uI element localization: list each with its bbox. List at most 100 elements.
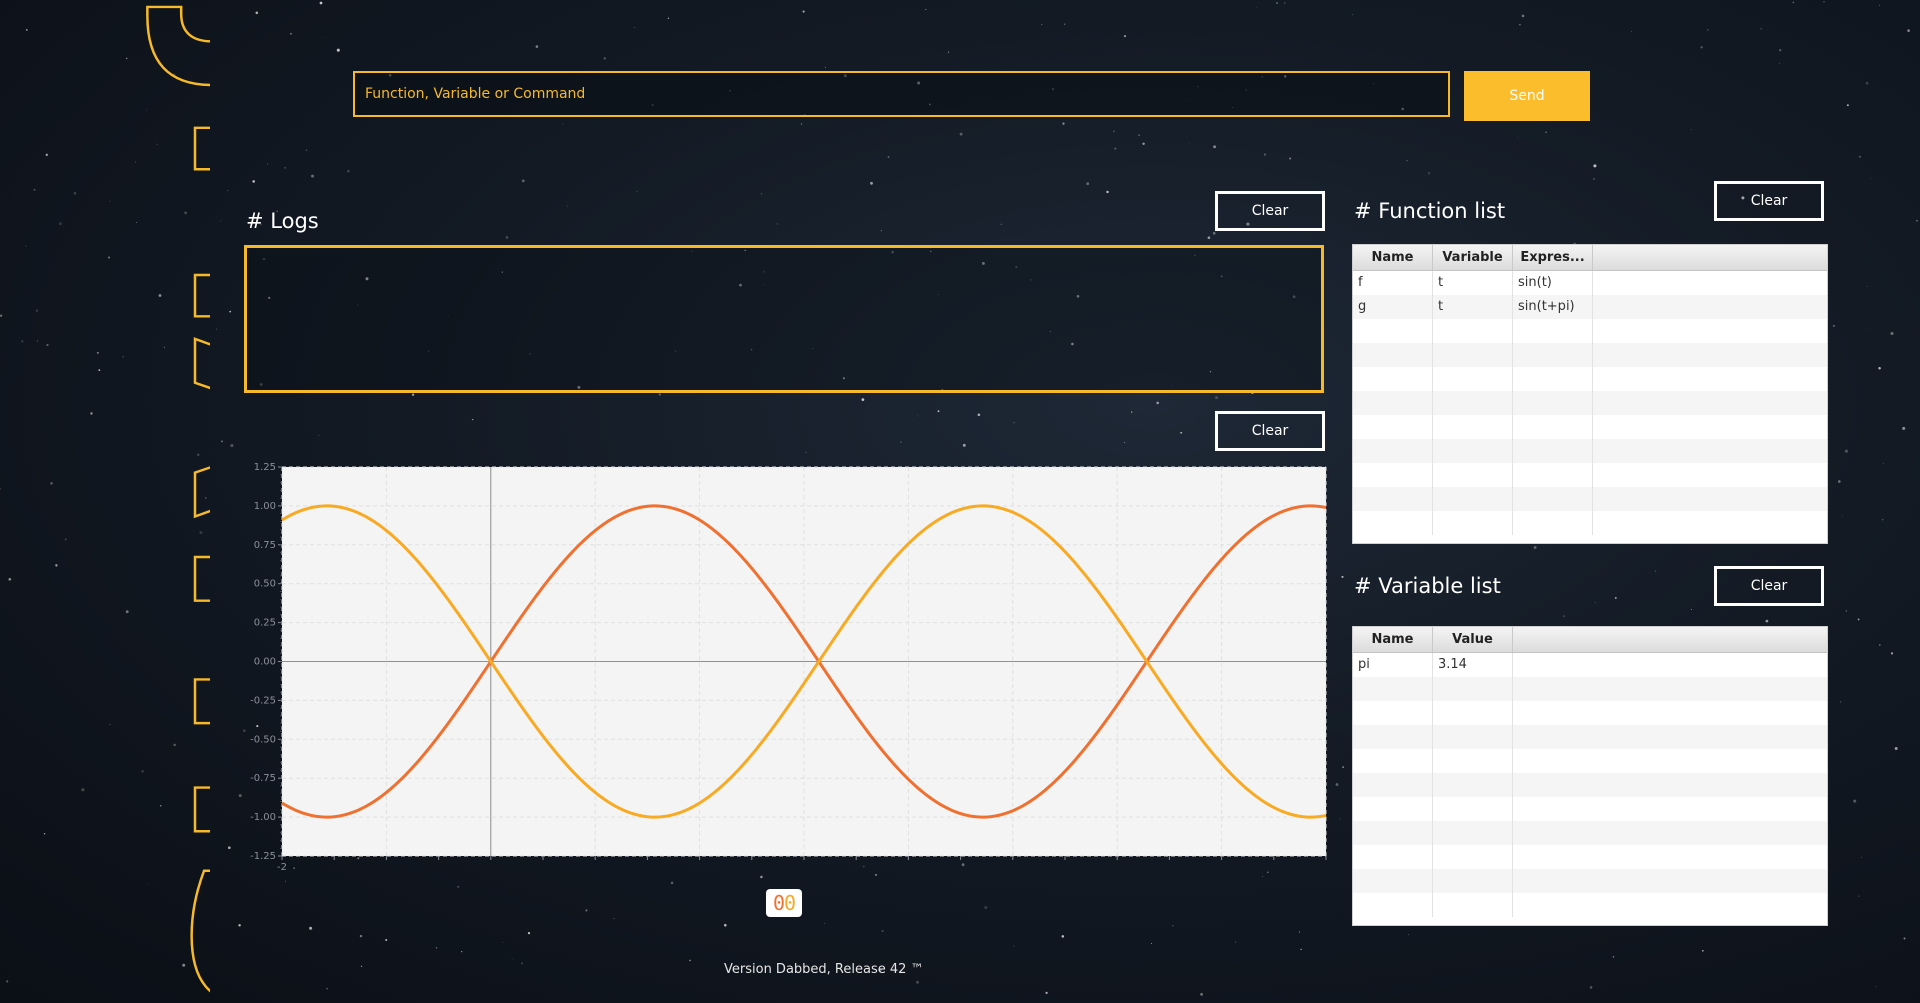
star bbox=[1878, 644, 1881, 646]
star bbox=[689, 959, 691, 962]
toggle-view-glyph: 00 bbox=[772, 891, 796, 915]
table-row[interactable] bbox=[1353, 893, 1827, 917]
table-row[interactable] bbox=[1353, 821, 1827, 845]
star bbox=[1256, 7, 1257, 9]
table-row[interactable] bbox=[1353, 463, 1827, 487]
star bbox=[1654, 570, 1657, 572]
star bbox=[1061, 935, 1065, 938]
variable-table-header: Name Value bbox=[1353, 627, 1827, 653]
star bbox=[502, 941, 504, 943]
table-row[interactable] bbox=[1353, 725, 1827, 749]
star bbox=[229, 310, 232, 313]
variable-table[interactable]: Name Value pi 3.14 bbox=[1352, 626, 1828, 926]
star bbox=[1013, 422, 1015, 424]
table-row[interactable] bbox=[1353, 797, 1827, 821]
star bbox=[1833, 325, 1835, 327]
star bbox=[1131, 411, 1133, 413]
star bbox=[1890, 652, 1894, 655]
table-cell bbox=[1353, 511, 1433, 535]
column-header[interactable]: Expres... bbox=[1513, 245, 1593, 270]
function-table-header: Name Variable Expres... bbox=[1353, 245, 1827, 271]
star bbox=[1156, 401, 1159, 405]
table-row[interactable] bbox=[1353, 367, 1827, 391]
star bbox=[238, 924, 241, 927]
star bbox=[1861, 856, 1862, 858]
toggle-view-icon[interactable]: 00 bbox=[766, 889, 802, 917]
table-row[interactable] bbox=[1353, 487, 1827, 511]
table-row[interactable]: f t sin(t) bbox=[1353, 271, 1827, 295]
star bbox=[1902, 426, 1906, 430]
function-list-clear-button[interactable]: Clear bbox=[1714, 181, 1824, 221]
logs-box[interactable] bbox=[244, 245, 1324, 393]
star bbox=[1124, 35, 1126, 38]
table-cell bbox=[1353, 439, 1433, 463]
variable-list-clear-button[interactable]: Clear bbox=[1714, 566, 1824, 606]
logs-clear-button[interactable]: Clear bbox=[1215, 191, 1325, 231]
star bbox=[318, 434, 320, 436]
table-cell: t bbox=[1433, 295, 1513, 319]
table-cell bbox=[1513, 343, 1593, 367]
star bbox=[724, 923, 727, 927]
send-button[interactable]: Send bbox=[1464, 71, 1590, 121]
star bbox=[1845, 610, 1848, 612]
function-graph[interactable]: 1.25 1.00 0.75 0.50 0.25 0.00 -0.25 -0.50 -0.75 -… bbox=[238, 462, 1330, 872]
star bbox=[1041, 24, 1043, 26]
star bbox=[1903, 937, 1906, 940]
star bbox=[1760, 28, 1762, 30]
star bbox=[1866, 285, 1868, 287]
star bbox=[565, 1001, 566, 1002]
table-cell bbox=[1353, 487, 1433, 511]
column-header[interactable]: Value bbox=[1433, 627, 1513, 652]
table-row[interactable] bbox=[1353, 773, 1827, 797]
table-cell bbox=[1353, 869, 1433, 893]
column-header[interactable]: Name bbox=[1353, 627, 1433, 652]
star bbox=[527, 931, 531, 935]
star bbox=[1612, 955, 1615, 958]
star bbox=[1593, 178, 1595, 180]
table-row[interactable] bbox=[1353, 845, 1827, 869]
table-cell bbox=[1433, 701, 1513, 725]
star bbox=[658, 393, 661, 396]
star bbox=[613, 918, 615, 920]
command-input[interactable] bbox=[353, 71, 1450, 117]
star bbox=[567, 205, 568, 207]
table-cell bbox=[1433, 821, 1513, 845]
table-cell bbox=[1353, 319, 1433, 343]
table-cell bbox=[1513, 319, 1593, 343]
table-cell bbox=[1433, 677, 1513, 701]
y-tick-label: -1.00 bbox=[250, 812, 276, 823]
logo-text: JMATHS bbox=[138, 6, 210, 1003]
table-row[interactable] bbox=[1353, 701, 1827, 725]
y-tick-label: -0.50 bbox=[250, 734, 276, 745]
star bbox=[284, 167, 286, 169]
table-row[interactable] bbox=[1353, 391, 1827, 415]
function-table[interactable]: Name Variable Expres... f t sin(t) g t sin(t+… bbox=[1352, 244, 1828, 544]
star bbox=[959, 132, 963, 136]
table-row[interactable] bbox=[1353, 749, 1827, 773]
star bbox=[776, 223, 779, 225]
table-row[interactable]: g t sin(t+pi) bbox=[1353, 295, 1827, 319]
table-row[interactable] bbox=[1353, 319, 1827, 343]
table-row[interactable] bbox=[1353, 511, 1827, 535]
column-header[interactable]: Name bbox=[1353, 245, 1433, 270]
star bbox=[535, 45, 539, 48]
star bbox=[1858, 155, 1861, 158]
table-row[interactable] bbox=[1353, 677, 1827, 701]
table-cell bbox=[1433, 749, 1513, 773]
star bbox=[947, 51, 950, 53]
table-row[interactable] bbox=[1353, 439, 1827, 463]
table-row[interactable] bbox=[1353, 415, 1827, 439]
star bbox=[1879, 4, 1881, 6]
column-header[interactable]: Variable bbox=[1433, 245, 1513, 270]
star bbox=[323, 37, 325, 38]
table-row[interactable]: pi 3.14 bbox=[1353, 653, 1827, 677]
star bbox=[825, 66, 826, 68]
table-row[interactable] bbox=[1353, 343, 1827, 367]
star bbox=[1846, 104, 1849, 107]
star bbox=[1234, 941, 1236, 943]
star bbox=[824, 922, 826, 924]
table-cell bbox=[1433, 319, 1513, 343]
table-row[interactable] bbox=[1353, 869, 1827, 893]
graph-clear-button[interactable]: Clear bbox=[1215, 411, 1325, 451]
star bbox=[881, 929, 884, 933]
